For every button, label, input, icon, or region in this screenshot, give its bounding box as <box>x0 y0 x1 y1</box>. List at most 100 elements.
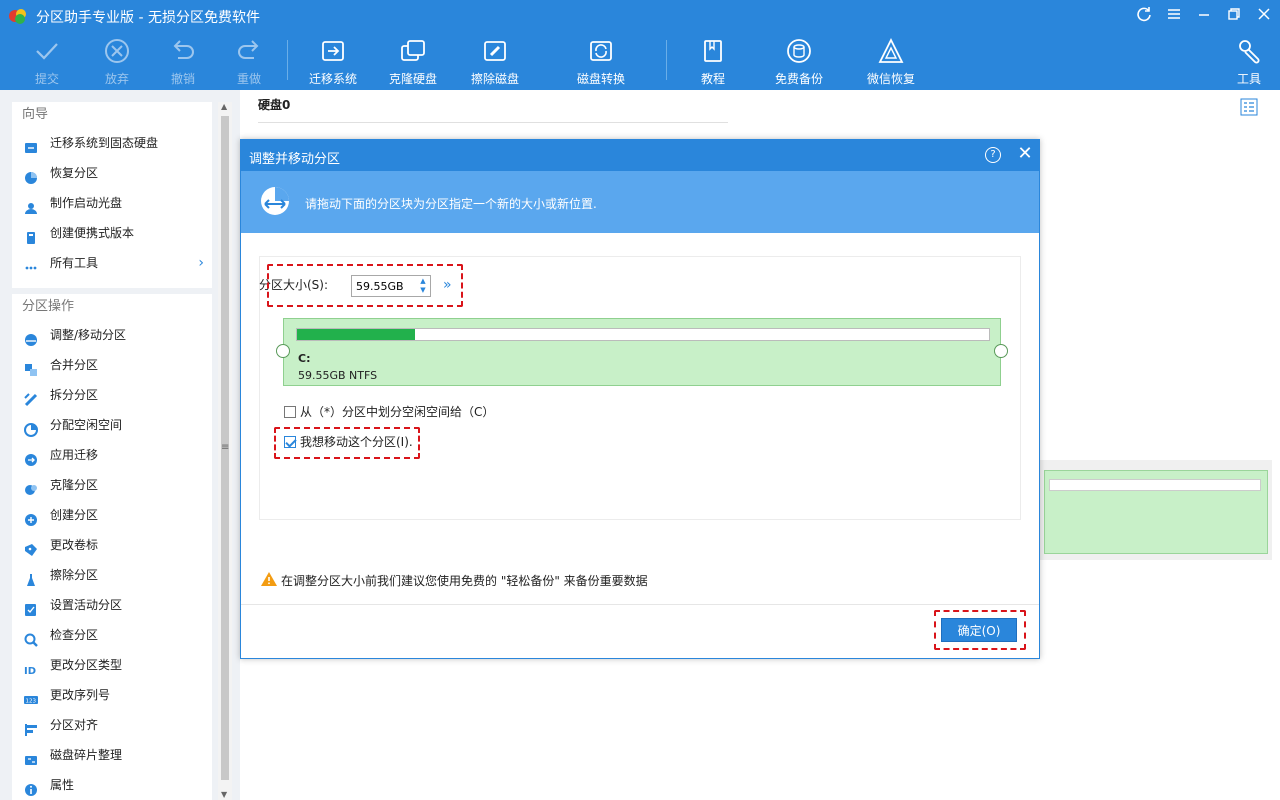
wechat-recovery-button[interactable]: 微信恢复 <box>860 34 922 88</box>
highlight-ok-box <box>934 610 1026 650</box>
id-icon: ID <box>24 658 38 677</box>
scroll-grip-icon: ≡ <box>221 442 230 453</box>
undo-icon <box>173 40 194 59</box>
ops-item-10[interactable]: 检查分区 <box>12 620 212 650</box>
refresh-icon[interactable] <box>1134 6 1154 26</box>
wechat-recovery-label: 微信恢复 <box>866 72 915 86</box>
ops-item-7[interactable]: 更改卷标 <box>12 530 212 560</box>
left-resize-handle[interactable] <box>276 344 290 358</box>
info-icon <box>24 778 38 796</box>
disk-convert-button[interactable]: 磁盘转换 <box>568 34 634 88</box>
highlight-size-box <box>267 264 463 307</box>
scroll-down-icon[interactable]: ▼ <box>221 790 227 799</box>
help-icon[interactable]: ? <box>985 147 1001 163</box>
ops-item-2[interactable]: 拆分分区 <box>12 380 212 410</box>
partition-block[interactable]: C: 59.55GB NTFS <box>283 318 1001 386</box>
warning-text: 在调整分区大小前我们建议您使用免费的 "轻松备份" 来备份重要数据 <box>281 574 648 588</box>
more-icon <box>24 256 38 270</box>
tools-button[interactable]: 工具 <box>1228 34 1270 88</box>
sidebar-item-label: 所有工具 <box>50 256 99 270</box>
disk-map-usage-bar <box>1049 479 1261 491</box>
active-icon <box>24 598 38 616</box>
wizard-item-0[interactable]: 迁移系统到固态硬盘 <box>12 128 212 158</box>
redo-icon <box>238 40 259 59</box>
book-icon <box>704 40 722 62</box>
free-backup-button[interactable]: 免费备份 <box>768 34 830 88</box>
discard-button[interactable]: 放弃 <box>92 34 142 88</box>
ops-item-11[interactable]: ID 更改分区类型 <box>12 650 212 680</box>
disk-map-partition[interactable] <box>1040 460 1272 560</box>
ops-item-15[interactable]: 属性 <box>12 770 212 800</box>
allocate-checkbox[interactable] <box>284 406 296 418</box>
close-icon[interactable] <box>1254 6 1274 26</box>
ops-item-4[interactable]: 应用迁移 <box>12 440 212 470</box>
check-icon <box>24 628 38 647</box>
tutorial-button[interactable]: 教程 <box>690 34 736 88</box>
partition-letter: C: <box>298 352 311 365</box>
banner-text: 请拖动下面的分区块为分区指定一个新的大小或新位置. <box>305 197 597 211</box>
allocate-icon <box>24 418 38 437</box>
sidebar-item-label: 更改分区类型 <box>50 658 123 672</box>
ops-item-13[interactable]: 分区对齐 <box>12 710 212 740</box>
clone-disk-label: 克隆硬盘 <box>388 72 437 86</box>
scroll-up-icon[interactable]: ▲ <box>221 102 227 111</box>
ops-item-0[interactable]: 调整/移动分区 <box>12 320 212 350</box>
disk-convert-icon <box>590 41 612 61</box>
wizard-item-4[interactable]: 所有工具 › <box>12 248 212 278</box>
commit-button[interactable]: 提交 <box>22 34 72 88</box>
wizard-item-1[interactable]: 恢复分区 <box>12 158 212 188</box>
sidebar-item-label: 拆分分区 <box>50 388 99 402</box>
dialog-banner: 请拖动下面的分区块为分区指定一个新的大小或新位置. <box>241 171 1039 233</box>
migrate-os-button[interactable]: 迁移系统 <box>300 34 366 88</box>
sidebar-item-label: 制作启动光盘 <box>50 196 123 210</box>
sidebar-item-label: 创建便携式版本 <box>50 226 135 240</box>
ops-item-5[interactable]: 克隆分区 <box>12 470 212 500</box>
ops-item-14[interactable]: 磁盘碎片整理 <box>12 740 212 770</box>
bootable-disc-icon <box>24 196 38 214</box>
wizard-header: 向导 <box>12 102 212 128</box>
menu-icon[interactable] <box>1164 6 1184 26</box>
resize-icon <box>24 328 38 346</box>
view-toggle-icon[interactable] <box>1240 98 1258 116</box>
toolbar: 提交 放弃 撤销 重做 迁移系统 克隆硬盘 擦除磁盘 磁盘转换 教程 免费备份 … <box>0 32 1280 90</box>
ops-item-3[interactable]: 分配空闲空间 <box>12 410 212 440</box>
clone-disk-button[interactable]: 克隆硬盘 <box>382 34 444 88</box>
wrench-icon <box>1239 40 1260 64</box>
label-icon <box>24 538 38 556</box>
sidebar-item-label: 更改卷标 <box>50 538 99 552</box>
tools-label: 工具 <box>1236 72 1261 86</box>
ops-item-1[interactable]: 合并分区 <box>12 350 212 380</box>
ops-item-6[interactable]: 创建分区 <box>12 500 212 530</box>
wizard-item-2[interactable]: 制作启动光盘 <box>12 188 212 218</box>
discard-label: 放弃 <box>104 72 129 86</box>
minimize-icon[interactable] <box>1194 6 1214 26</box>
ops-item-9[interactable]: 设置活动分区 <box>12 590 212 620</box>
serial-icon: 123 <box>24 688 38 705</box>
undo-button[interactable]: 撤销 <box>158 34 208 88</box>
check-icon <box>36 43 58 60</box>
commit-label: 提交 <box>34 72 59 86</box>
dialog-close-icon[interactable]: ✕ <box>1015 144 1035 164</box>
sidebar-scrollbar[interactable]: ▲ ≡ ▼ <box>218 102 232 800</box>
sidebar-item-label: 属性 <box>50 778 75 792</box>
sidebar-item-label: 迁移系统到固态硬盘 <box>50 136 159 150</box>
wipe-disk-button[interactable]: 擦除磁盘 <box>464 34 526 88</box>
sidebar-item-label: 调整/移动分区 <box>50 328 127 342</box>
wizard-item-3[interactable]: 创建便携式版本 <box>12 218 212 248</box>
tutorial-label: 教程 <box>700 72 725 86</box>
recover-icon <box>24 166 38 184</box>
undo-label: 撤销 <box>170 72 195 86</box>
sidebar-item-label: 检查分区 <box>50 628 99 642</box>
ops-item-12[interactable]: 123 更改序列号 <box>12 680 212 710</box>
disk-map-partition-block[interactable] <box>1044 470 1268 554</box>
partition-size-text: 59.55GB NTFS <box>298 369 378 382</box>
sidebar-item-label: 分区对齐 <box>50 718 99 732</box>
wipe-disk-icon <box>484 41 506 61</box>
migrate-icon <box>24 136 38 153</box>
ops-header: 分区操作 <box>12 294 212 320</box>
resize-move-dialog: 调整并移动分区 ? ✕ 请拖动下面的分区块为分区指定一个新的大小或新位置. 分区… <box>240 139 1040 659</box>
ops-item-8[interactable]: 擦除分区 <box>12 560 212 590</box>
right-resize-handle[interactable] <box>994 344 1008 358</box>
redo-button[interactable]: 重做 <box>224 34 274 88</box>
restore-icon[interactable] <box>1224 6 1244 26</box>
